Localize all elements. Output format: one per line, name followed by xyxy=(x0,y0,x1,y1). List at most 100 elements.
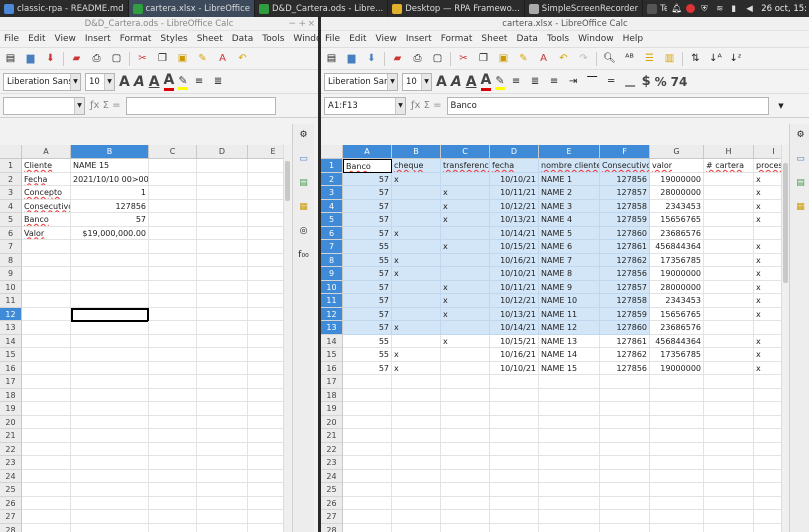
cell[interactable] xyxy=(392,280,441,294)
cell[interactable] xyxy=(704,402,754,416)
cell[interactable]: 57 xyxy=(343,267,392,281)
row-header[interactable]: 7 xyxy=(321,240,343,254)
cell[interactable] xyxy=(248,240,283,254)
highlight-icon[interactable]: ✎ xyxy=(495,74,505,90)
cell[interactable] xyxy=(149,361,197,375)
cell[interactable]: 17356785 xyxy=(650,253,704,267)
cell[interactable] xyxy=(71,307,149,322)
new-document-icon[interactable]: ▤ xyxy=(324,51,339,66)
cell[interactable] xyxy=(197,267,248,281)
font-name-combo[interactable]: Liberation Sans ▼ xyxy=(3,72,81,91)
row-header[interactable]: 12 xyxy=(0,307,22,321)
bold-icon[interactable]: A xyxy=(119,74,130,90)
cell[interactable] xyxy=(704,456,754,470)
menu-item-view[interactable]: View xyxy=(55,34,76,44)
cell[interactable] xyxy=(149,456,197,470)
gallery-icon[interactable]: ▦ xyxy=(297,200,311,214)
row-header[interactable]: 25 xyxy=(321,483,343,497)
row-icon[interactable]: ☰ xyxy=(642,51,657,66)
scrollbar-thumb[interactable] xyxy=(285,161,290,201)
cell[interactable]: x xyxy=(392,348,441,362)
cell[interactable]: NAME 14 xyxy=(539,348,600,362)
cell[interactable] xyxy=(600,456,650,470)
new-document-icon[interactable]: ▤ xyxy=(3,51,18,66)
cell[interactable] xyxy=(71,375,149,389)
row-header[interactable]: 4 xyxy=(321,199,343,213)
cell[interactable] xyxy=(71,294,149,308)
cell[interactable] xyxy=(22,415,71,429)
cell[interactable] xyxy=(248,402,283,416)
cell[interactable] xyxy=(197,172,248,186)
align-center-icon[interactable]: ≣ xyxy=(211,74,226,89)
row-header[interactable]: 22 xyxy=(321,442,343,456)
menu-item-edit[interactable]: Edit xyxy=(28,34,45,44)
cell[interactable] xyxy=(22,334,71,348)
cell[interactable]: 55 xyxy=(343,253,392,267)
column-header-a[interactable]: A xyxy=(343,145,392,159)
cell[interactable] xyxy=(197,280,248,294)
cell[interactable]: x xyxy=(441,280,490,294)
gear-icon[interactable]: ⚙ xyxy=(297,128,311,142)
row-header[interactable]: 20 xyxy=(321,415,343,429)
cell[interactable] xyxy=(197,361,248,375)
cell[interactable] xyxy=(600,496,650,510)
menu-item-sheet[interactable]: Sheet xyxy=(481,34,507,44)
vertical-scrollbar[interactable] xyxy=(781,145,789,532)
cell[interactable] xyxy=(441,267,490,281)
cell[interactable] xyxy=(71,280,149,294)
cell[interactable]: 57 xyxy=(343,321,392,335)
cell[interactable] xyxy=(441,456,490,470)
cell[interactable]: 10/14/21 xyxy=(490,226,539,240)
cell[interactable] xyxy=(490,375,539,389)
underline-icon[interactable]: A xyxy=(149,74,160,90)
cell[interactable] xyxy=(197,307,248,321)
cell[interactable]: x xyxy=(754,267,781,281)
redo-icon[interactable]: ↷ xyxy=(576,51,591,66)
cell[interactable] xyxy=(149,307,197,321)
cell[interactable] xyxy=(22,496,71,510)
cell[interactable] xyxy=(197,253,248,267)
cell[interactable]: 127860 xyxy=(600,226,650,240)
styles-icon[interactable]: ▤ xyxy=(297,176,311,190)
cell[interactable] xyxy=(704,280,754,294)
cell[interactable] xyxy=(22,523,71,532)
navigator-icon[interactable]: ◎ xyxy=(297,224,311,238)
undo-icon[interactable]: ↶ xyxy=(235,51,250,66)
cell[interactable]: x xyxy=(392,361,441,375)
cell[interactable]: 57 xyxy=(343,213,392,227)
cell[interactable] xyxy=(248,348,283,362)
cell[interactable] xyxy=(704,226,754,240)
cell[interactable] xyxy=(704,253,754,267)
cell[interactable] xyxy=(248,470,283,483)
column-header-e[interactable]: E xyxy=(539,145,600,159)
cell[interactable]: x xyxy=(754,294,781,308)
row-header[interactable]: 2 xyxy=(0,172,22,186)
cell[interactable] xyxy=(197,321,248,335)
cell[interactable] xyxy=(539,469,600,483)
cell[interactable] xyxy=(600,483,650,497)
menu-item-data[interactable]: Data xyxy=(232,34,254,44)
menu-item-help[interactable]: Help xyxy=(623,34,644,44)
cell[interactable] xyxy=(600,523,650,532)
cell[interactable] xyxy=(197,523,248,532)
maximize-button[interactable]: + xyxy=(298,17,306,31)
name-box[interactable]: A1:F13 ▼ xyxy=(324,96,406,115)
row-header[interactable]: 1 xyxy=(0,159,22,173)
find-replace-icon[interactable]: 🔍︎ xyxy=(602,51,617,66)
taskbar-item[interactable]: classic-rpa - README.md xyxy=(0,0,129,17)
cell[interactable] xyxy=(441,321,490,335)
align-center-icon[interactable]: ≣ xyxy=(528,74,543,89)
cell[interactable]: 15656765 xyxy=(650,213,704,227)
row-header[interactable]: 27 xyxy=(321,510,343,524)
cell[interactable] xyxy=(704,240,754,254)
header-cell[interactable]: nombre cliente xyxy=(539,159,600,173)
cell[interactable] xyxy=(441,496,490,510)
cell[interactable] xyxy=(248,321,283,335)
cell[interactable] xyxy=(71,388,149,402)
cell[interactable] xyxy=(704,213,754,227)
cell[interactable] xyxy=(343,388,392,402)
column-header-a[interactable]: A xyxy=(22,145,71,159)
cell[interactable]: x xyxy=(754,308,781,321)
cell[interactable]: 10/12/21 xyxy=(490,199,539,213)
cell[interactable]: NAME 11 xyxy=(539,307,600,321)
